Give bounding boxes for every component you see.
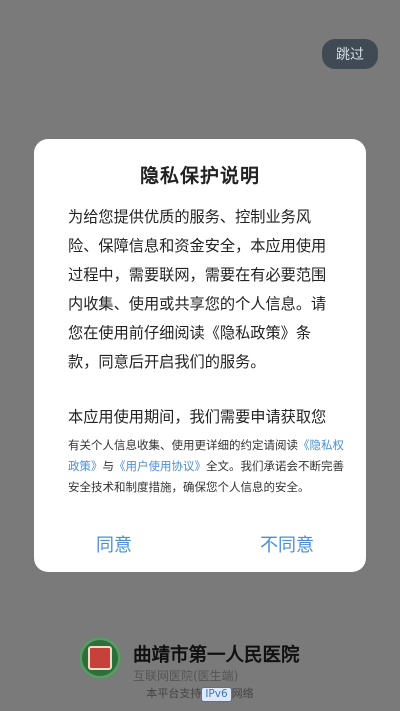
skip-button[interactable]: 跳过 — [322, 39, 378, 69]
platform-support: 本平台支持 IPv6 网络 — [0, 685, 400, 702]
disagree-button[interactable]: 不同意 — [260, 531, 314, 557]
hospital-subtitle: 互联网医院(医生端) — [133, 669, 239, 683]
ipv6-badge: IPv6 — [201, 687, 232, 702]
notice-joiner: 与 — [102, 459, 115, 473]
hospital-logo-icon — [79, 637, 121, 679]
hospital-name: 曲靖市第一人民医院 — [133, 645, 300, 666]
user-agreement-link[interactable]: 《用户使用协议》 — [114, 459, 206, 473]
agree-button[interactable]: 同意 — [96, 531, 132, 557]
notice-prefix: 有关个人信息收集、使用更详细的约定请阅读 — [68, 438, 298, 452]
dialog-title: 隐私保护说明 — [139, 165, 260, 187]
platform-suffix: 网络 — [231, 687, 254, 700]
privacy-text-scroll[interactable]: 为给您提供优质的服务、控制业务风险、保障信息和资金安全，本应用使用过程中，需要联… — [68, 203, 336, 563]
platform-prefix: 本平台支持 — [146, 687, 202, 700]
privacy-dialog: 隐私保护说明 为给您提供优质的服务、控制业务风险、保障信息和资金安全，本应用使用… — [34, 139, 366, 572]
privacy-notice: 有关个人信息收集、使用更详细的约定请阅读《隐私权政策》与《用户使用协议》全文。我… — [68, 435, 346, 498]
privacy-paragraph-1: 为给您提供优质的服务、控制业务风险、保障信息和资金安全，本应用使用过程中，需要联… — [68, 208, 327, 371]
